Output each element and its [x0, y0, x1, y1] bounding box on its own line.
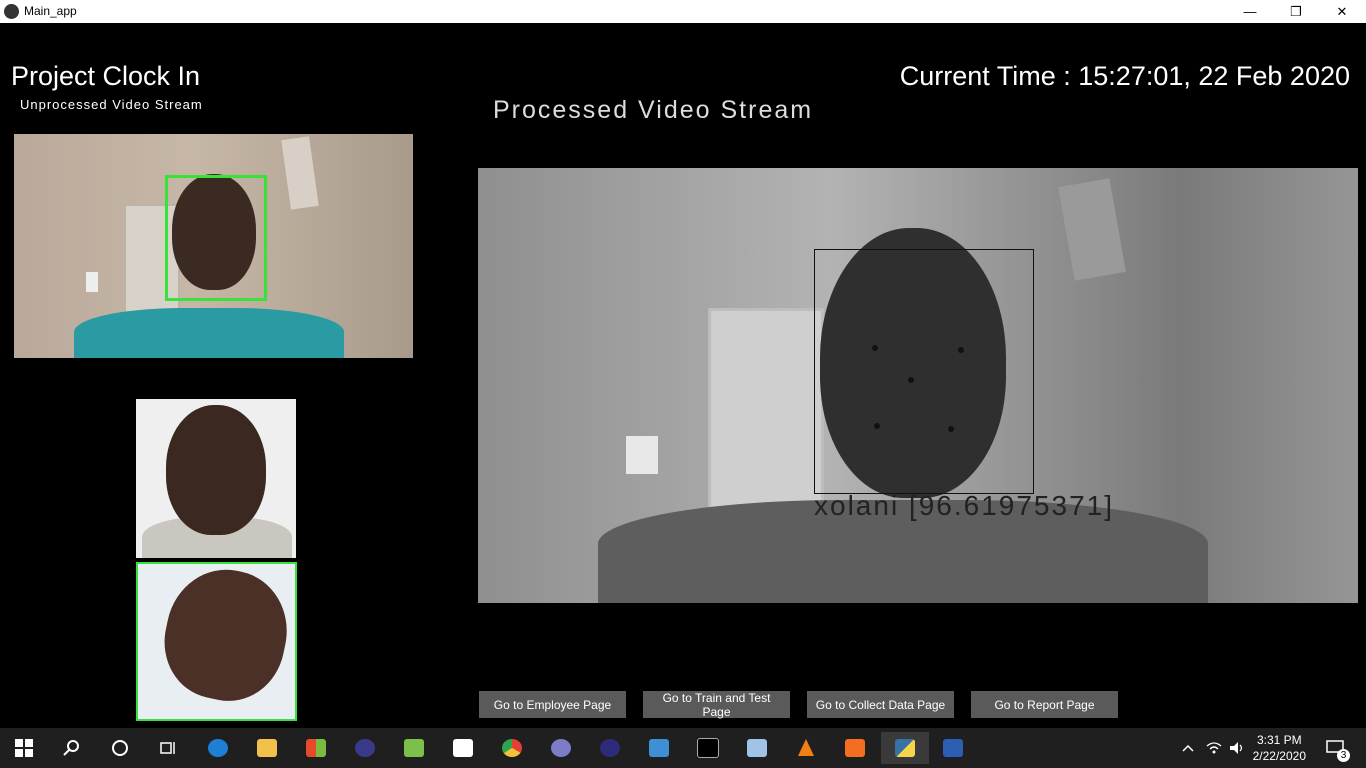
unprocessed-video-stream: [14, 134, 413, 358]
system-clock[interactable]: 3:31 PM 2/22/2020: [1253, 732, 1306, 764]
store-icon[interactable]: [296, 732, 336, 764]
landmark-right-eye: [958, 347, 964, 353]
collect-data-page-button[interactable]: Go to Collect Data Page: [807, 691, 954, 718]
volume-icon[interactable]: [1226, 732, 1248, 764]
notification-count-badge: 3: [1337, 749, 1350, 762]
window-title: Main_app: [24, 4, 77, 18]
chrome-icon[interactable]: [492, 732, 532, 764]
employee-page-button[interactable]: Go to Employee Page: [479, 691, 626, 718]
search-icon[interactable]: [52, 732, 92, 764]
notifications-icon[interactable]: 3: [1318, 732, 1352, 764]
window-titlebar: Main_app — ❐ ✕: [0, 0, 1366, 23]
eclipse-icon[interactable]: [345, 732, 385, 764]
task-view-icon[interactable]: [148, 732, 188, 764]
current-time: Current Time : 15:27:01, 22 Feb 2020: [899, 61, 1350, 91]
close-button[interactable]: ✕: [1319, 0, 1365, 23]
face-detection-box: [165, 175, 267, 301]
wall-switch-image: [626, 436, 658, 474]
landmark-nose: [908, 377, 914, 383]
taskbar: 3:31 PM 2/22/2020 3: [0, 728, 1366, 768]
employee-thumbnail: [136, 399, 296, 558]
word-icon[interactable]: [933, 732, 973, 764]
file-explorer-icon[interactable]: [247, 732, 287, 764]
app-title: Project Clock In: [11, 61, 201, 91]
edge-icon[interactable]: [198, 732, 238, 764]
person-face-image: [153, 564, 295, 712]
unprocessed-stream-label: Unprocessed Video Stream: [20, 97, 203, 112]
system-date: 2/22/2020: [1252, 749, 1306, 763]
restore-button[interactable]: ❐: [1273, 0, 1319, 23]
train-test-page-button[interactable]: Go to Train and Test Page: [643, 691, 790, 719]
bittorrent-icon[interactable]: [541, 732, 581, 764]
processed-video-stream: xolani [96.61975371]: [478, 168, 1358, 603]
control-panel-icon[interactable]: [639, 732, 679, 764]
mail-icon[interactable]: [443, 732, 483, 764]
person-shirt-image: [74, 308, 344, 358]
wall-box-image: [281, 136, 319, 210]
app-window: Project Clock In Current Time : 15:27:01…: [0, 23, 1366, 728]
cortana-icon[interactable]: [100, 732, 140, 764]
recognition-label: xolani [96.61975371]: [814, 490, 1114, 521]
landmark-mouth-left: [874, 423, 880, 429]
report-page-button[interactable]: Go to Report Page: [971, 691, 1118, 718]
terminal-icon[interactable]: [688, 732, 728, 764]
vlc-icon[interactable]: [786, 732, 826, 764]
system-time: 3:31 PM: [1256, 733, 1302, 747]
xampp-icon[interactable]: [835, 732, 875, 764]
face-detection-box: [814, 249, 1034, 494]
employee-thumbnail-selected: [136, 562, 297, 721]
processed-stream-label: Processed Video Stream: [493, 96, 814, 124]
landmark-mouth-right: [948, 426, 954, 432]
wall-switch-image: [86, 272, 98, 292]
eclipse-ide-icon[interactable]: [590, 732, 630, 764]
wall-box-image: [1058, 178, 1126, 281]
virtualbox-icon[interactable]: [737, 732, 777, 764]
landmark-left-eye: [872, 345, 878, 351]
minimize-button[interactable]: —: [1227, 0, 1273, 23]
python-icon[interactable]: [881, 732, 929, 764]
chevron-up-icon[interactable]: [1176, 732, 1200, 764]
person-face-image: [166, 405, 266, 535]
windows-start-icon[interactable]: [4, 732, 44, 764]
wifi-icon[interactable]: [1203, 732, 1225, 764]
app-icon: [4, 4, 19, 19]
notepad-icon[interactable]: [394, 732, 434, 764]
